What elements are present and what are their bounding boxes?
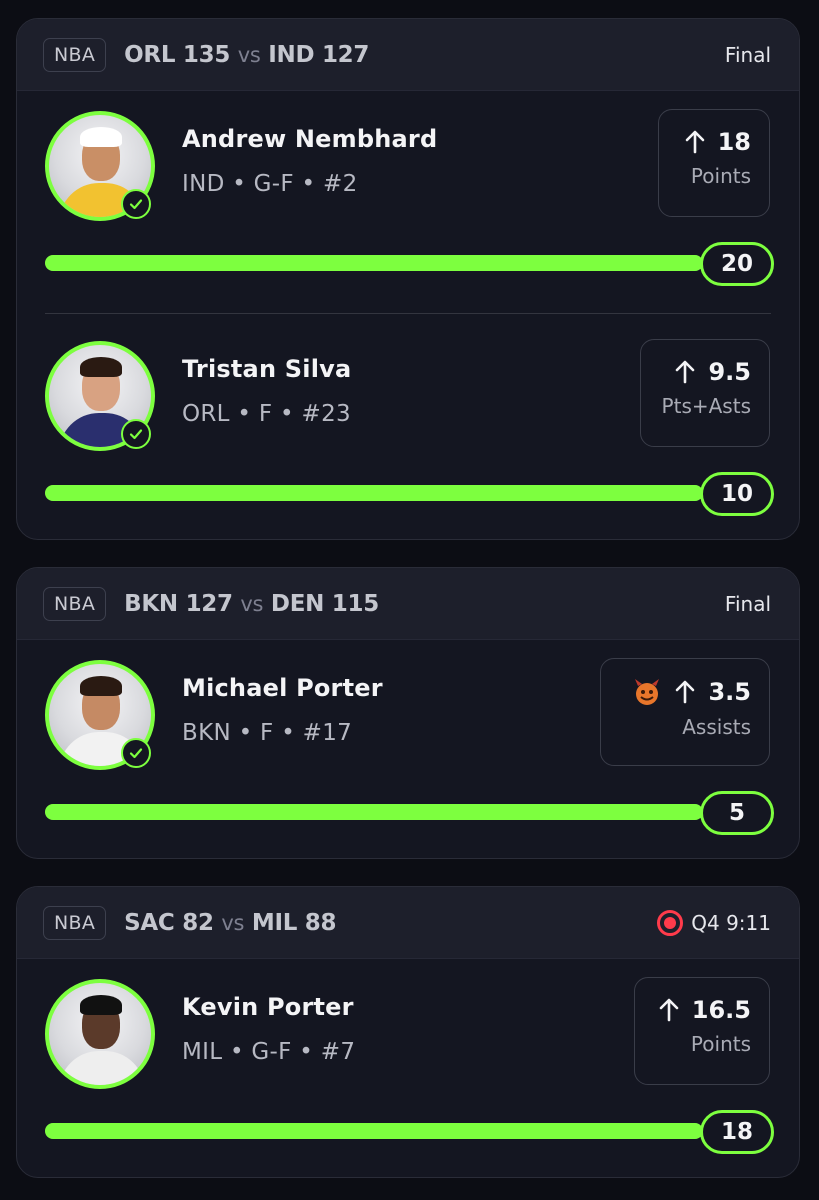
game-score: BKN 127 vs DEN 115 bbox=[124, 590, 379, 617]
result-badge: 5 bbox=[700, 791, 774, 835]
pick-row[interactable]: Michael Porter BKN • F • #17 3.5 Assists… bbox=[17, 640, 799, 858]
check-icon bbox=[121, 738, 151, 768]
projection-stat: Pts+Asts bbox=[661, 394, 751, 418]
result-badge: 10 bbox=[700, 472, 774, 516]
projection-line: 3.5 bbox=[708, 678, 751, 706]
pick-row[interactable]: Kevin Porter MIL • G-F • #7 16.5 Points … bbox=[17, 959, 799, 1177]
projection-line: 16.5 bbox=[691, 996, 751, 1024]
projection-box[interactable]: 18 Points bbox=[658, 109, 770, 217]
projection-line: 9.5 bbox=[708, 358, 751, 386]
arrow-up-icon bbox=[676, 680, 695, 704]
player-meta: ORL • F • #23 bbox=[182, 401, 351, 427]
game-header: NBA SAC 82 vs MIL 88 Q4 9:11 bbox=[17, 887, 799, 959]
projection-box[interactable]: 3.5 Assists bbox=[600, 658, 770, 766]
player-meta: IND • G-F • #2 bbox=[182, 171, 358, 197]
divider bbox=[45, 313, 771, 314]
player-name: Andrew Nembhard bbox=[182, 125, 438, 153]
progress-bar bbox=[45, 1123, 703, 1139]
arrow-up-icon bbox=[659, 998, 679, 1022]
projection-line: 18 bbox=[717, 128, 751, 156]
pick-row[interactable]: Tristan Silva ORL • F • #23 9.5 Pts+Asts… bbox=[17, 321, 799, 539]
game-clock: Q4 9:11 bbox=[691, 910, 771, 935]
game-header: NBA ORL 135 vs IND 127 Final bbox=[17, 19, 799, 91]
player-meta: MIL • G-F • #7 bbox=[182, 1039, 356, 1065]
game-status: Final bbox=[724, 591, 771, 616]
player-name: Michael Porter bbox=[182, 674, 383, 702]
projection-stat: Points bbox=[690, 164, 751, 188]
projection-stat: Assists bbox=[682, 715, 751, 739]
game-status: Final bbox=[724, 42, 771, 67]
check-icon bbox=[121, 189, 151, 219]
game-score: ORL 135 vs IND 127 bbox=[124, 41, 370, 68]
progress-bar bbox=[45, 485, 703, 501]
game-card[interactable]: NBA BKN 127 vs DEN 115 Final Michael Por… bbox=[16, 567, 800, 859]
game-card[interactable]: NBA SAC 82 vs MIL 88 Q4 9:11 Kevin Porte… bbox=[16, 886, 800, 1178]
game-header: NBA BKN 127 vs DEN 115 Final bbox=[17, 568, 799, 640]
game-score: SAC 82 vs MIL 88 bbox=[124, 909, 337, 936]
game-status: Q4 9:11 bbox=[657, 909, 771, 936]
pick-row[interactable]: Andrew Nembhard IND • G-F • #2 18 Points… bbox=[17, 91, 799, 319]
projection-box[interactable]: 9.5 Pts+Asts bbox=[640, 339, 770, 447]
projection-box[interactable]: 16.5 Points bbox=[634, 977, 770, 1085]
league-badge: NBA bbox=[43, 37, 107, 72]
player-meta: BKN • F • #17 bbox=[182, 720, 353, 746]
projection-stat: Points bbox=[690, 1032, 751, 1056]
check-icon bbox=[121, 419, 151, 449]
player-name: Kevin Porter bbox=[182, 993, 354, 1021]
league-badge: NBA bbox=[43, 905, 107, 940]
progress-bar bbox=[45, 255, 703, 271]
game-card[interactable]: NBA ORL 135 vs IND 127 Final Andrew Nemb… bbox=[16, 18, 800, 540]
result-badge: 18 bbox=[700, 1110, 774, 1154]
league-badge: NBA bbox=[43, 586, 107, 621]
player-name: Tristan Silva bbox=[182, 355, 352, 383]
demon-icon bbox=[635, 679, 660, 705]
arrow-up-icon bbox=[676, 360, 695, 384]
arrow-up-icon bbox=[685, 130, 704, 154]
live-indicator-icon bbox=[657, 909, 684, 936]
player-avatar bbox=[45, 979, 155, 1089]
progress-bar bbox=[45, 804, 703, 820]
result-badge: 20 bbox=[700, 242, 774, 286]
